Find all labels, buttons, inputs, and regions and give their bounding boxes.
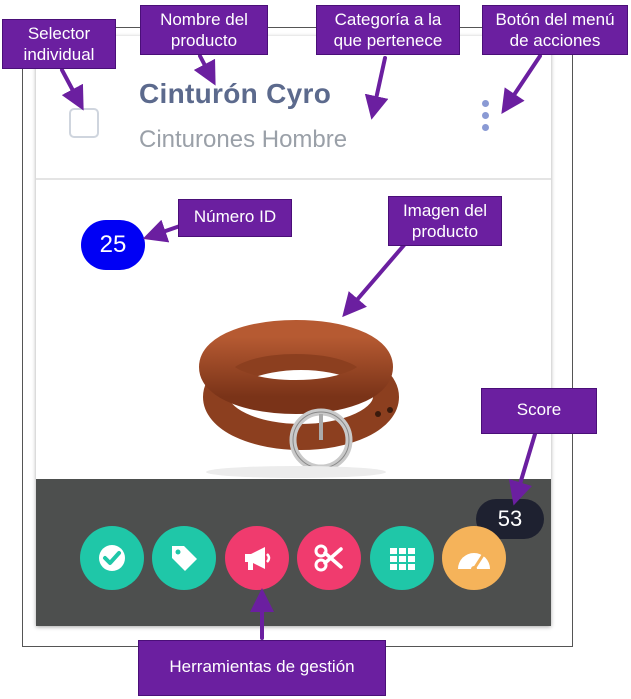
callout-name: Nombre del producto bbox=[140, 5, 268, 55]
speedometer-icon[interactable] bbox=[442, 526, 506, 590]
megaphone-icon[interactable] bbox=[225, 526, 289, 590]
tag-icon[interactable] bbox=[152, 526, 216, 590]
product-card: Cinturón Cyro Cinturones Hombre 25 53 bbox=[36, 36, 551, 626]
check-circle-icon[interactable] bbox=[80, 526, 144, 590]
id-badge: 25 bbox=[81, 220, 145, 270]
callout-category: Categoría a la que pertenece bbox=[316, 5, 460, 55]
callout-image: Imagen del producto bbox=[388, 196, 502, 246]
callout-menu: Botón del menú de acciones bbox=[482, 5, 628, 55]
callout-tools: Herramientas de gestión bbox=[138, 640, 386, 696]
grid-icon[interactable] bbox=[370, 526, 434, 590]
product-name[interactable]: Cinturón Cyro bbox=[139, 78, 331, 110]
callout-id: Número ID bbox=[178, 199, 292, 237]
select-checkbox[interactable] bbox=[69, 108, 99, 138]
scissors-icon[interactable] bbox=[297, 526, 361, 590]
callout-score: Score bbox=[481, 388, 597, 434]
product-category: Cinturones Hombre bbox=[139, 126, 348, 153]
more-vertical-icon[interactable] bbox=[479, 100, 491, 136]
callout-selector: Selector individual bbox=[2, 19, 116, 69]
